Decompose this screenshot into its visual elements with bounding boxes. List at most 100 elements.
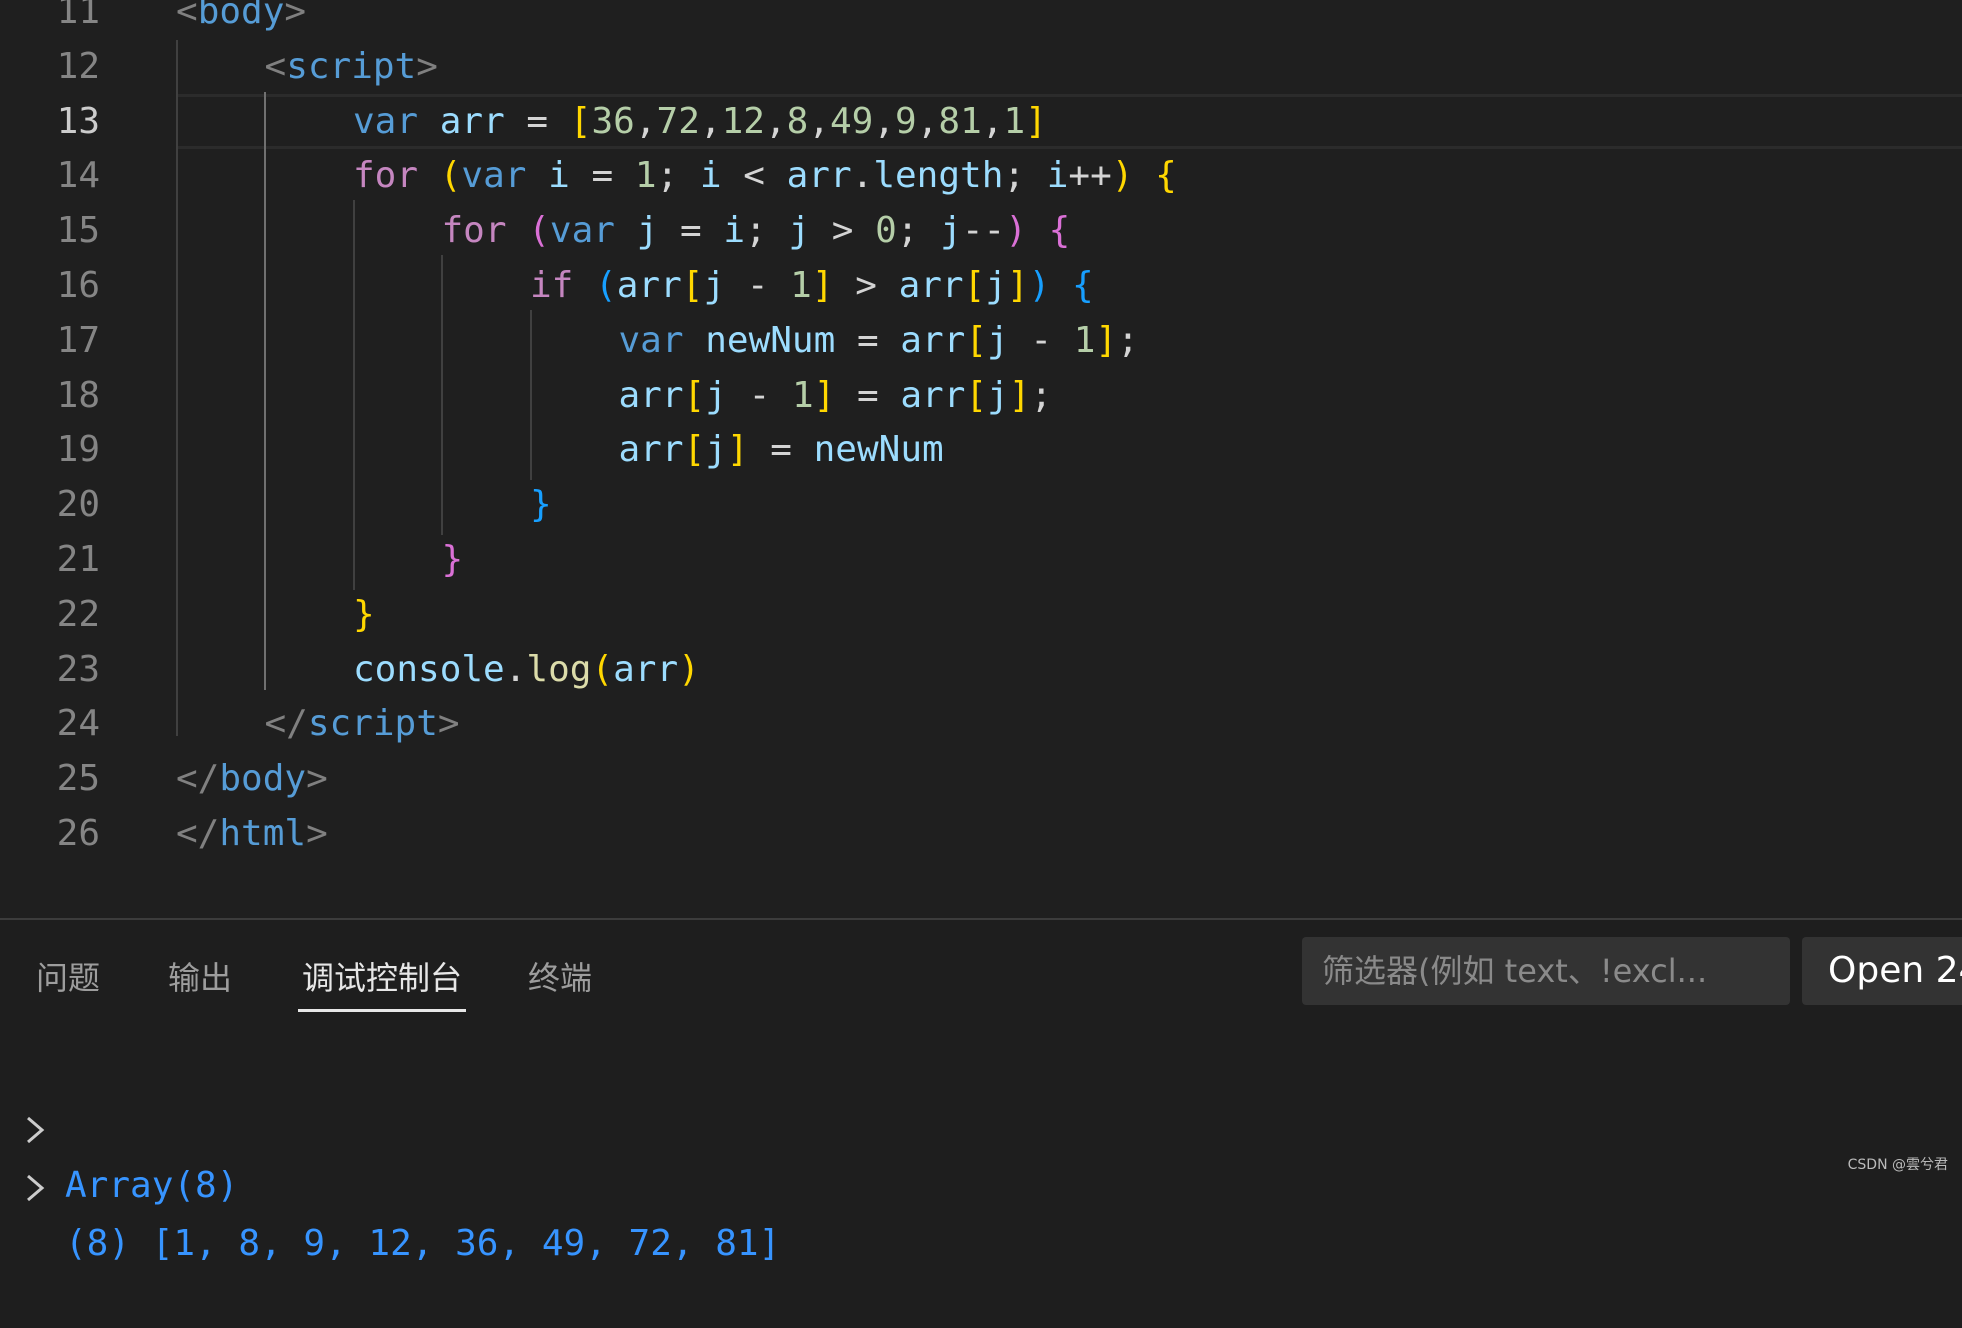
- code-token: </: [265, 703, 308, 744]
- code-line[interactable]: 20}: [0, 477, 1962, 532]
- code-line[interactable]: 16if (arr[j - 1] > arr[j]) {: [0, 258, 1962, 313]
- code-token: ;: [897, 210, 940, 251]
- code-token: for: [353, 155, 418, 196]
- code-token: ,: [765, 101, 787, 142]
- line-number: 14: [0, 148, 100, 203]
- code-token: =: [570, 155, 635, 196]
- code-token: [573, 265, 595, 306]
- code-token: 36: [591, 101, 634, 142]
- indent-guide: [530, 310, 532, 480]
- code-token: {: [1072, 265, 1094, 306]
- code-token: (: [528, 210, 550, 251]
- code-token: ]: [1009, 375, 1031, 416]
- code-line[interactable]: 12<script>: [0, 39, 1962, 94]
- code-token: 1: [1074, 320, 1096, 361]
- code-token: ): [1112, 155, 1134, 196]
- code-text: arr[j - 1] = arr[j];: [619, 368, 1053, 423]
- code-line[interactable]: 21}: [0, 532, 1962, 587]
- line-number: 20: [0, 477, 100, 532]
- code-token: =: [835, 375, 900, 416]
- code-line[interactable]: 15for (var j = i; j > 0; j--) {: [0, 203, 1962, 258]
- code-token: newNum: [814, 429, 944, 470]
- line-number: 18: [0, 368, 100, 423]
- code-token: [: [965, 320, 987, 361]
- code-line[interactable]: 24</script>: [0, 696, 1962, 751]
- code-token: if: [530, 265, 573, 306]
- code-token: body: [198, 0, 285, 32]
- code-token: arr: [619, 429, 684, 470]
- code-token: 9: [895, 101, 917, 142]
- tab-terminal[interactable]: 终端: [528, 952, 592, 1004]
- code-token: ,: [808, 101, 830, 142]
- code-line[interactable]: 25</body>: [0, 751, 1962, 806]
- code-line[interactable]: 14for (var i = 1; i < arr.length; i++) {: [0, 148, 1962, 203]
- code-token: 1: [635, 155, 657, 196]
- code-token: >: [438, 703, 460, 744]
- code-line[interactable]: 13var arr = [36,72,12,8,49,9,81,1]: [0, 94, 1962, 149]
- code-token: j: [940, 210, 962, 251]
- code-text: </script>: [265, 696, 460, 751]
- code-token: i: [700, 155, 722, 196]
- line-number: 16: [0, 258, 100, 313]
- code-token: {: [1155, 155, 1177, 196]
- code-text: for (var i = 1; i < arr.length; i++) {: [353, 148, 1177, 203]
- code-line[interactable]: 23console.log(arr): [0, 642, 1962, 697]
- code-text: <script>: [265, 39, 438, 94]
- code-token: arr: [787, 155, 852, 196]
- code-token: i: [723, 210, 745, 251]
- code-line[interactable]: 26</html>: [0, 806, 1962, 861]
- console-output-row[interactable]: (8) [1, 8, 9, 12, 36, 49, 72, 81]: [0, 1104, 900, 1160]
- tab-debug-console[interactable]: 调试控制台: [302, 952, 462, 1004]
- tab-output[interactable]: 输出: [168, 952, 232, 1004]
- code-line[interactable]: 17var newNum = arr[j - 1];: [0, 313, 1962, 368]
- code-token: j: [705, 429, 727, 470]
- code-token: [: [964, 265, 986, 306]
- code-token: [: [684, 429, 706, 470]
- code-token: ,: [700, 101, 722, 142]
- code-token: ,: [917, 101, 939, 142]
- code-token: ): [678, 649, 700, 690]
- code-token: }: [530, 484, 552, 525]
- code-token: ;: [1117, 320, 1139, 361]
- code-token: -: [727, 375, 792, 416]
- code-token: ]: [1025, 101, 1047, 142]
- code-token: j: [703, 265, 725, 306]
- chevron-right-icon[interactable]: [22, 1160, 52, 1216]
- code-line[interactable]: 11<body>: [0, 0, 1962, 39]
- filter-input[interactable]: [1302, 937, 1790, 1005]
- code-token: [615, 210, 637, 251]
- code-token: j: [705, 375, 727, 416]
- code-token: ;: [657, 155, 700, 196]
- code-text: for (var j = i; j > 0; j--) {: [442, 203, 1071, 258]
- code-token: >: [306, 813, 328, 854]
- code-token: 1: [790, 265, 812, 306]
- line-number: 23: [0, 642, 100, 697]
- code-token: 81: [938, 101, 981, 142]
- code-token: ++: [1068, 155, 1111, 196]
- code-editor[interactable]: 11<body>12<script>13var arr = [36,72,12,…: [0, 0, 1962, 918]
- code-token: =: [505, 101, 570, 142]
- console-output-row[interactable]: Array(8): [0, 1046, 400, 1102]
- code-line[interactable]: 22}: [0, 587, 1962, 642]
- code-token: arr: [619, 375, 684, 416]
- code-token: .: [505, 649, 527, 690]
- open-button[interactable]: Open 24: [1802, 937, 1962, 1005]
- code-token: }: [442, 539, 464, 580]
- code-token: j: [637, 210, 659, 251]
- line-number: 17: [0, 313, 100, 368]
- code-token: ]: [814, 375, 836, 416]
- code-token: var: [619, 320, 684, 361]
- code-text: }: [442, 532, 464, 587]
- code-token: arr: [899, 265, 964, 306]
- code-token: arr: [613, 649, 678, 690]
- code-token: body: [219, 758, 306, 799]
- tab-problems[interactable]: 问题: [36, 952, 100, 1004]
- code-line[interactable]: 19arr[j] = newNum: [0, 422, 1962, 477]
- code-line[interactable]: 18 arr[j - 1] = arr[j];: [0, 368, 1962, 423]
- code-token: j: [788, 210, 810, 251]
- code-token: ,: [873, 101, 895, 142]
- code-token: [1050, 265, 1072, 306]
- code-token: <: [176, 0, 198, 32]
- code-token: (: [595, 265, 617, 306]
- code-token: 8: [787, 101, 809, 142]
